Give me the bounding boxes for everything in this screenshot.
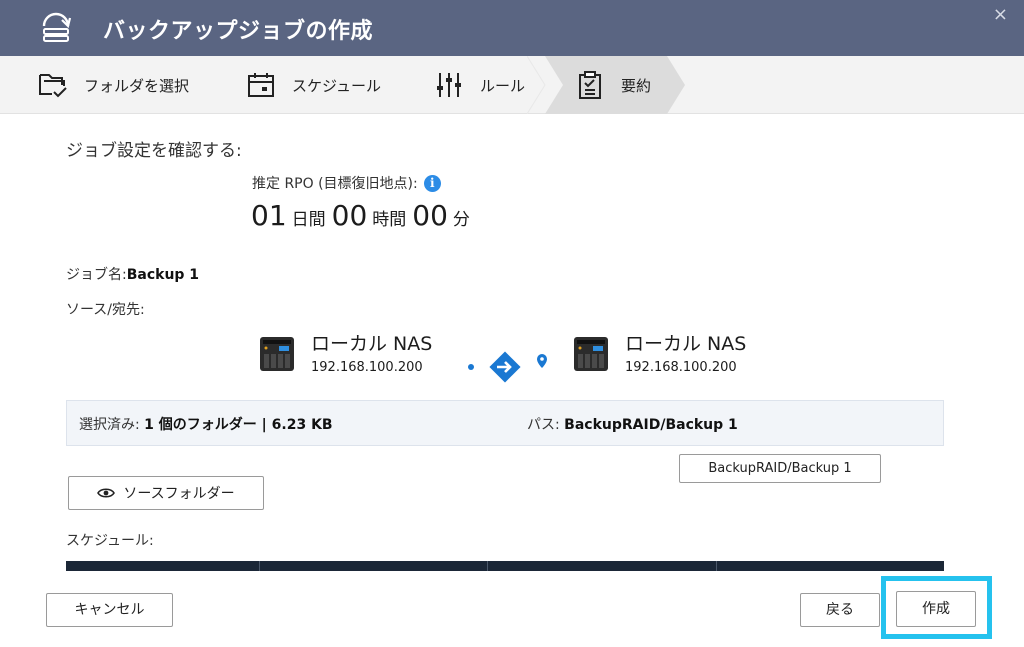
sliders-icon <box>437 73 461 97</box>
rpo-label: 推定 RPO (目標復旧地点): i <box>252 173 441 193</box>
step-select-folder[interactable]: フォルダを選択 <box>38 56 189 114</box>
nas-icon <box>574 337 608 371</box>
source-destination-label: ソース/宛先: <box>66 302 145 318</box>
rpo-minutes: 00 <box>412 199 448 232</box>
source-folder-button[interactable]: ソースフォルダー <box>68 476 264 510</box>
schedule-table-header <box>66 561 944 571</box>
schedule-label: スケジュール: <box>66 533 154 549</box>
rpo-hours: 00 <box>331 199 368 232</box>
path-info: パス: BackupRAID/Backup 1 <box>527 414 738 434</box>
info-icon[interactable]: i <box>423 174 441 192</box>
transfer-arrow-icon <box>468 351 547 383</box>
rpo-days-unit: 日間 <box>291 210 326 230</box>
rpo-value: 01 日間 00 時間 00 分 <box>251 199 476 232</box>
selected-label: 選択済み: <box>79 417 140 433</box>
backup-job-dialog: バックアップジョブの作成 × フォルダを選択 スケジュール ルール 要約 ジョブ… <box>0 0 1024 647</box>
title-bar: バックアップジョブの作成 × <box>0 0 1024 56</box>
step-label: スケジュール <box>292 76 381 95</box>
table-column-divider <box>487 561 488 571</box>
job-name-label: ジョブ名: <box>66 267 127 283</box>
step-rules[interactable]: ルール <box>434 56 525 114</box>
clipboard-icon <box>579 71 601 99</box>
step-schedule[interactable]: スケジュール <box>246 56 381 114</box>
table-column-divider <box>259 561 260 571</box>
rpo-hours-unit: 時間 <box>372 210 407 230</box>
step-label: フォルダを選択 <box>84 76 190 95</box>
backup-drive-icon <box>42 12 72 42</box>
step-summary[interactable]: 要約 <box>575 56 651 114</box>
rpo-minutes-unit: 分 <box>452 210 470 230</box>
calendar-icon <box>248 73 274 97</box>
rpo-label-text: 推定 RPO (目標復旧地点): <box>252 176 418 192</box>
source-nas: ローカル NAS 192.168.100.200 <box>259 332 432 375</box>
job-name-value: Backup 1 <box>126 267 200 283</box>
selected-value: 1 個のフォルダー | 6.23 KB <box>144 417 333 433</box>
nas-icon <box>260 337 294 371</box>
destination-nas-ip: 192.168.100.200 <box>625 360 737 375</box>
dialog-title: バックアップジョブの作成 <box>103 19 374 44</box>
job-name-row: ジョブ名:Backup 1 <box>66 264 199 284</box>
close-icon[interactable]: × <box>993 4 1008 25</box>
rpo-days: 01 <box>251 199 287 232</box>
selection-info-bar: 選択済み: 1 個のフォルダー | 6.23 KB パス: BackupRAID… <box>66 400 944 446</box>
section-heading: ジョブ設定を確認する: <box>66 141 242 161</box>
wizard-steps: フォルダを選択 スケジュール ルール 要約 <box>0 56 1024 114</box>
step-separator <box>527 56 546 114</box>
destination-path-button[interactable]: BackupRAID/Backup 1 <box>679 454 881 483</box>
source-nas-name: ローカル NAS <box>311 333 433 355</box>
source-nas-ip: 192.168.100.200 <box>311 360 423 375</box>
source-folder-button-label: ソースフォルダー <box>123 486 235 502</box>
step-label: 要約 <box>621 76 652 95</box>
destination-nas-name: ローカル NAS <box>625 333 747 355</box>
eye-icon <box>97 488 116 498</box>
path-label: パス: <box>527 417 560 433</box>
destination-nas: ローカル NAS 192.168.100.200 <box>573 332 746 375</box>
back-button[interactable]: 戻る <box>800 593 880 627</box>
cancel-button[interactable]: キャンセル <box>46 593 173 627</box>
path-value: BackupRAID/Backup 1 <box>564 417 738 433</box>
folder-select-icon <box>39 74 67 98</box>
table-column-divider <box>716 561 717 571</box>
selected-info: 選択済み: 1 個のフォルダー | 6.23 KB <box>79 414 333 434</box>
create-button[interactable]: 作成 <box>896 591 976 627</box>
step-label: ルール <box>480 76 526 95</box>
